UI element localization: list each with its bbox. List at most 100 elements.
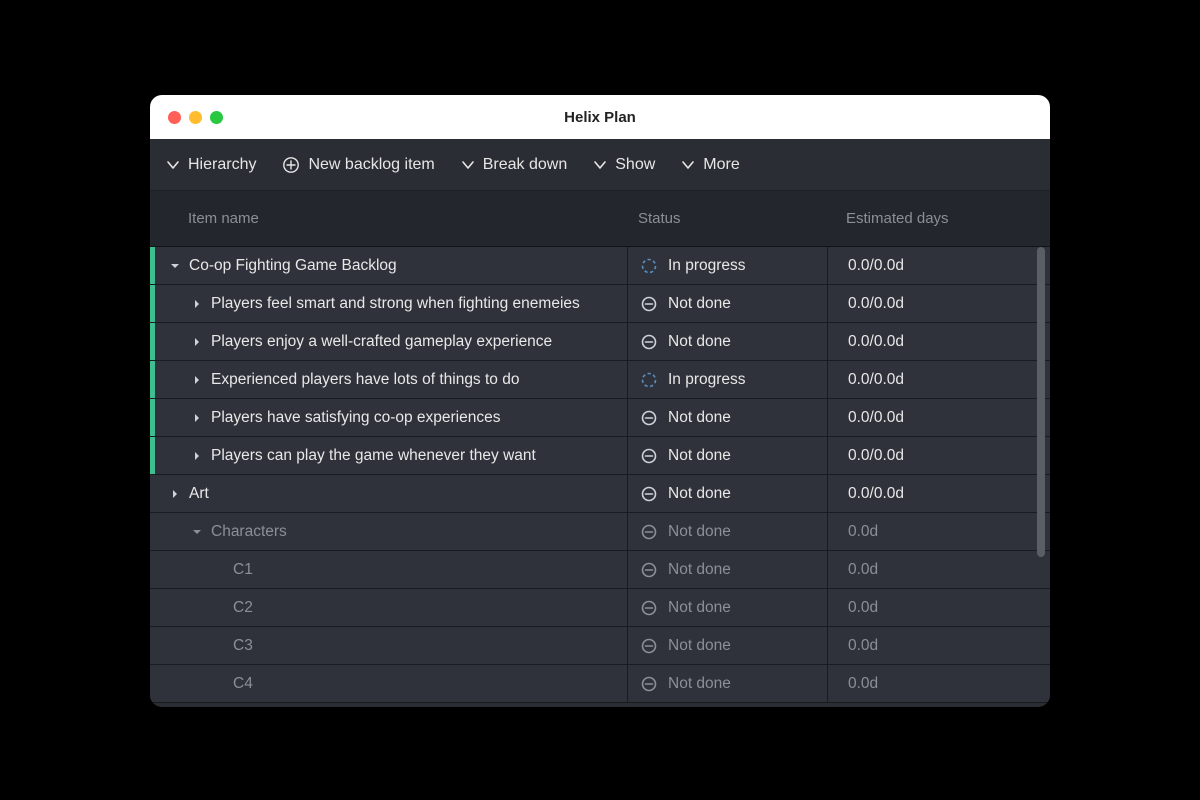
table-row[interactable]: Co-op Fighting Game Backlog In progress 0.… <box>150 247 1050 285</box>
estimated-days-text: 0.0/0.0d <box>848 295 904 313</box>
cell-status[interactable]: Not done <box>628 589 828 626</box>
cell-estimated-days[interactable]: 0.0d <box>828 589 1050 626</box>
item-name-text: Players can play the game whenever they … <box>211 447 536 465</box>
item-name-text: C3 <box>233 637 253 655</box>
break-down-menu[interactable]: Break down <box>461 156 568 174</box>
cell-status[interactable]: Not done <box>628 437 828 474</box>
cell-estimated-days[interactable]: 0.0d <box>828 551 1050 588</box>
cell-status[interactable]: Not done <box>628 665 828 702</box>
status-text: Not done <box>668 599 731 617</box>
table-row[interactable]: Players have satisfying co-op experience… <box>150 399 1050 437</box>
column-status[interactable]: Status <box>628 210 828 227</box>
item-name-text: C1 <box>233 561 253 579</box>
new-backlog-item-label: New backlog item <box>308 156 434 174</box>
table-row[interactable]: C4Not done0.0d <box>150 665 1050 703</box>
status-text: Not done <box>668 637 731 655</box>
disclosure-right-icon[interactable] <box>167 489 183 499</box>
row-accent <box>150 665 155 702</box>
cell-status[interactable]: Not done <box>628 513 828 550</box>
show-menu[interactable]: Show <box>593 156 655 174</box>
cell-status[interactable]: Not done <box>628 551 828 588</box>
cell-estimated-days[interactable]: 0.0/0.0d <box>828 399 1050 436</box>
status-not-done-icon <box>640 447 658 465</box>
status-in-progress-icon <box>640 371 658 389</box>
row-accent <box>150 323 155 360</box>
minimize-window-button[interactable] <box>189 111 202 124</box>
cell-estimated-days[interactable]: 0.0d <box>828 665 1050 702</box>
cell-status[interactable]: Not done <box>628 285 828 322</box>
cell-item-name[interactable]: Players have satisfying co-op experience… <box>150 399 628 436</box>
table-row[interactable]: ArtNot done 0.0/0.0d <box>150 475 1050 513</box>
status-not-done-icon <box>640 409 658 427</box>
cell-status[interactable]: In progress <box>628 361 828 398</box>
item-name-text: Experienced players have lots of things … <box>211 371 519 389</box>
item-name-text: Players have satisfying co-op experience… <box>211 409 500 427</box>
cell-item-name[interactable]: Players enjoy a well-crafted gameplay ex… <box>150 323 628 360</box>
chevron-down-icon <box>681 158 695 172</box>
table-row[interactable]: C2 Not done 0.0d <box>150 589 1050 627</box>
row-accent <box>150 285 155 322</box>
table-row[interactable]: Characters Not done 0.0d <box>150 513 1050 551</box>
disclosure-down-icon[interactable] <box>167 261 183 271</box>
estimated-days-text: 0.0/0.0d <box>848 333 904 351</box>
estimated-days-text: 0.0/0.0d <box>848 447 904 465</box>
cell-item-name[interactable]: Art <box>150 475 628 512</box>
cell-estimated-days[interactable]: 0.0/0.0d <box>828 323 1050 360</box>
maximize-window-button[interactable] <box>210 111 223 124</box>
cell-estimated-days[interactable]: 0.0/0.0d <box>828 361 1050 398</box>
more-menu[interactable]: More <box>681 156 739 174</box>
table-row[interactable]: Experienced players have lots of things … <box>150 361 1050 399</box>
status-not-done-icon <box>640 523 658 541</box>
item-name-text: Characters <box>211 523 287 541</box>
disclosure-right-icon[interactable] <box>189 375 205 385</box>
disclosure-right-icon[interactable] <box>189 451 205 461</box>
estimated-days-text: 0.0/0.0d <box>848 485 904 503</box>
status-not-done-icon <box>640 333 658 351</box>
table-row[interactable]: Players feel smart and strong when fight… <box>150 285 1050 323</box>
cell-status[interactable]: Not done <box>628 399 828 436</box>
new-backlog-item-button[interactable]: New backlog item <box>282 156 434 174</box>
rows-viewport: Co-op Fighting Game BacklogIn progress0.… <box>150 247 1050 707</box>
row-accent <box>150 399 155 436</box>
cell-item-name[interactable]: Players can play the game whenever they … <box>150 437 628 474</box>
disclosure-right-icon[interactable] <box>189 299 205 309</box>
hierarchy-menu[interactable]: Hierarchy <box>166 156 256 174</box>
cell-estimated-days[interactable]: 0.0d <box>828 513 1050 550</box>
chevron-down-icon <box>166 158 180 172</box>
table-row[interactable]: Players enjoy a well-crafted gameplay ex… <box>150 323 1050 361</box>
disclosure-right-icon[interactable] <box>189 413 205 423</box>
cell-status[interactable]: Not done <box>628 475 828 512</box>
vertical-scrollbar[interactable] <box>1037 247 1045 557</box>
close-window-button[interactable] <box>168 111 181 124</box>
disclosure-down-icon[interactable] <box>189 527 205 537</box>
cell-item-name[interactable]: C3 <box>150 627 628 664</box>
cell-item-name[interactable]: Experienced players have lots of things … <box>150 361 628 398</box>
cell-status[interactable]: Not done <box>628 323 828 360</box>
cell-estimated-days[interactable]: 0.0/0.0d <box>828 285 1050 322</box>
table-row[interactable]: C1 Not done0.0d <box>150 551 1050 589</box>
cell-item-name[interactable]: Co-op Fighting Game Backlog <box>150 247 628 284</box>
cell-estimated-days[interactable]: 0.0/0.0d <box>828 247 1050 284</box>
cell-item-name[interactable]: C2 <box>150 589 628 626</box>
cell-item-name[interactable]: C1 <box>150 551 628 588</box>
table-row[interactable]: C3 Not done 0.0d <box>150 627 1050 665</box>
estimated-days-text: 0.0/0.0d <box>848 257 904 275</box>
cell-item-name[interactable]: Players feel smart and strong when fight… <box>150 285 628 322</box>
titlebar: Helix Plan <box>150 95 1050 139</box>
cell-status[interactable]: Not done <box>628 627 828 664</box>
status-not-done-icon <box>640 295 658 313</box>
row-accent <box>150 247 155 284</box>
cell-item-name[interactable]: Characters <box>150 513 628 550</box>
table-row[interactable]: Players can play the game whenever they … <box>150 437 1050 475</box>
cell-status[interactable]: In progress <box>628 247 828 284</box>
disclosure-right-icon[interactable] <box>189 337 205 347</box>
cell-item-name[interactable]: C4 <box>150 665 628 702</box>
column-estimated-days[interactable]: Estimated days <box>828 210 1050 227</box>
cell-estimated-days[interactable]: 0.0/0.0d <box>828 475 1050 512</box>
status-text: In progress <box>668 257 746 275</box>
cell-estimated-days[interactable]: 0.0d <box>828 627 1050 664</box>
cell-estimated-days[interactable]: 0.0/0.0d <box>828 437 1050 474</box>
status-text: Not done <box>668 523 731 541</box>
column-item-name[interactable]: Item name <box>150 210 628 227</box>
rows-container: Co-op Fighting Game BacklogIn progress0.… <box>150 247 1050 703</box>
